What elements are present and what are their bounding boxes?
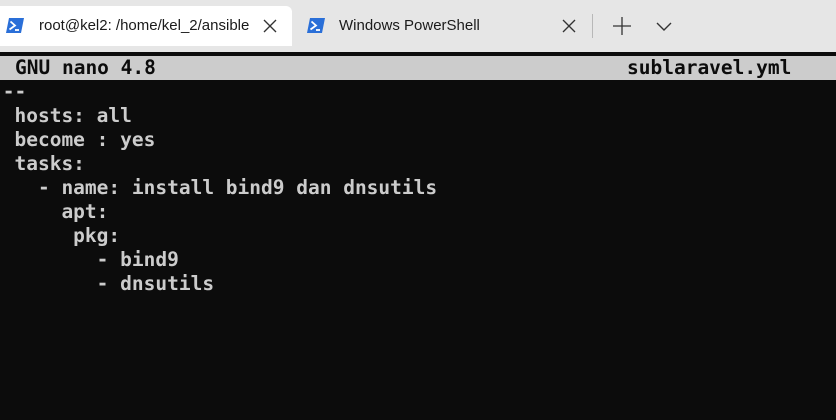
file-line: - bind9 (0, 248, 179, 271)
tab-bar: root@kel2: /home/kel_2/ansible Windows P… (0, 0, 836, 52)
tab-windows-powershell[interactable]: Windows PowerShell (294, 6, 586, 46)
close-icon[interactable] (262, 18, 278, 34)
chevron-down-icon[interactable] (653, 16, 675, 36)
file-line: become : yes (0, 128, 156, 151)
nano-filename: sublaravel.yml (627, 56, 792, 79)
terminal-pane[interactable]: GNU nano 4.8 sublaravel.yml --- - hosts:… (0, 52, 836, 420)
file-line: - hosts: all (0, 104, 132, 127)
powershell-icon (307, 18, 325, 33)
file-line: - name: install bind9 dan dnsutils (0, 176, 438, 199)
nano-title-bar: GNU nano 4.8 sublaravel.yml (0, 56, 836, 80)
plus-icon[interactable] (610, 14, 634, 38)
file-line: pkg: (0, 224, 121, 247)
nano-version: GNU nano 4.8 (15, 56, 156, 79)
tab-separator (592, 14, 593, 38)
editor-buffer[interactable]: --- - hosts: all become : yes tasks: - n… (0, 80, 437, 296)
tab-title: Windows PowerShell (339, 17, 480, 34)
tab-title: root@kel2: /home/kel_2/ansible (39, 17, 249, 34)
file-line: apt: (0, 200, 109, 223)
file-line: - dnsutils (0, 272, 215, 295)
close-icon[interactable] (561, 18, 577, 34)
file-line: tasks: (0, 152, 85, 175)
file-line: --- (0, 80, 27, 103)
powershell-icon (6, 18, 24, 33)
tab-root-ssh[interactable]: root@kel2: /home/kel_2/ansible (0, 6, 292, 46)
